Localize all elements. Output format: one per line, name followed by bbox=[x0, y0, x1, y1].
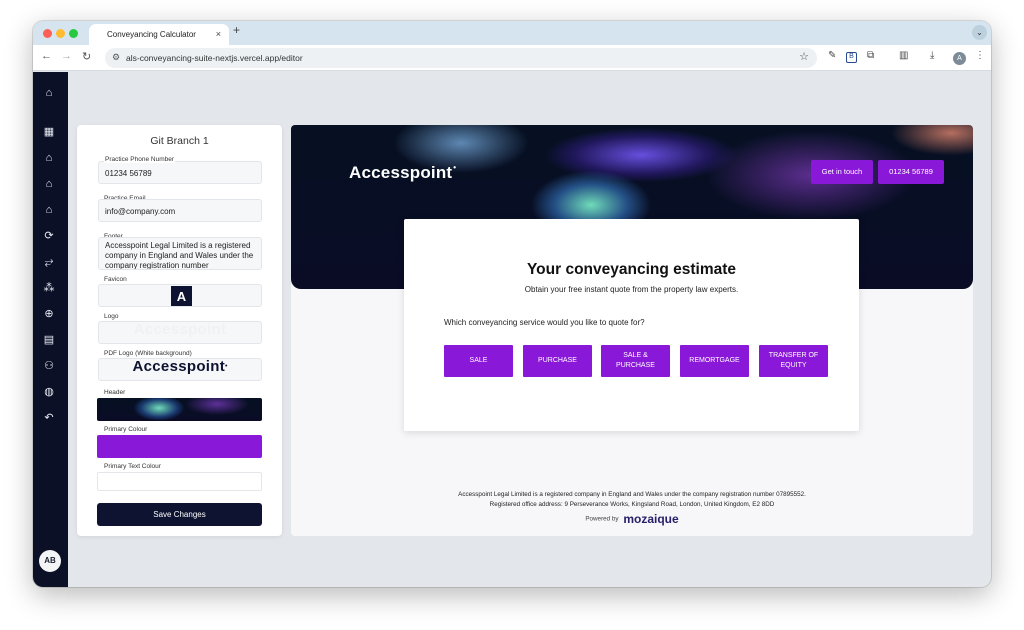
footer-address-text: Registered office address: 9 Perseveranc… bbox=[489, 501, 775, 508]
service-purchase-button[interactable]: PURCHASE bbox=[523, 345, 592, 377]
get-in-touch-button[interactable]: Get in touch bbox=[811, 160, 873, 184]
settings-editor-panel: Git Branch 1 01234 56789 Practice Phone … bbox=[77, 125, 282, 536]
close-window-button[interactable] bbox=[43, 29, 52, 38]
service-sale-button[interactable]: SALE bbox=[444, 345, 513, 377]
header-image-upload[interactable] bbox=[97, 398, 262, 421]
primary-colour-picker[interactable] bbox=[97, 435, 262, 458]
service-question: Which conveyancing service would you lik… bbox=[444, 318, 645, 327]
route-icon[interactable]: ⥂ bbox=[42, 255, 56, 269]
powered-by-label: Powered by bbox=[585, 515, 619, 523]
new-tab-button[interactable]: + bbox=[233, 23, 240, 37]
brand-dot: • bbox=[453, 163, 457, 172]
browser-window: Conveyancing Calculator × + ⌄ ← → ↻ ⚙ al… bbox=[33, 21, 991, 587]
service-sale-purchase-button[interactable]: SALE & PURCHASE bbox=[601, 345, 670, 377]
footer-value: Accesspoint Legal Limited is a registere… bbox=[105, 241, 254, 270]
url-text: als-conveyancing-suite-nextjs.vercel.app… bbox=[126, 53, 303, 63]
maximize-window-button[interactable] bbox=[69, 29, 78, 38]
browser-toolbar: ← → ↻ ⚙ als-conveyancing-suite-nextjs.ve… bbox=[33, 45, 991, 71]
brand-logo: Accesspoint• bbox=[349, 163, 456, 183]
forward-icon[interactable]: → bbox=[61, 50, 72, 62]
logo-upload[interactable]: Accesspoint bbox=[98, 321, 262, 344]
logo-image: Accesspoint bbox=[133, 321, 227, 338]
close-tab-icon[interactable]: × bbox=[216, 24, 221, 45]
house-icon[interactable]: ⌂ bbox=[42, 151, 56, 165]
download-icon[interactable]: ⤓ bbox=[930, 50, 934, 61]
address-bar[interactable]: ⚙ als-conveyancing-suite-nextjs.vercel.a… bbox=[105, 48, 817, 68]
globe-icon[interactable]: ◍ bbox=[42, 385, 56, 399]
users-icon[interactable]: ⚇ bbox=[42, 359, 56, 373]
logo-label: Logo bbox=[104, 313, 119, 320]
org-icon[interactable]: ⁂ bbox=[42, 281, 56, 295]
app-sidebar: ⌂ ▦ ⌂ ⌂ ⌂ ⟳ ⥂ ⁂ ⊕ ▤ ⚇ ◍ ↶ AB bbox=[33, 72, 68, 587]
estimate-card: Your conveyancing estimate Obtain your f… bbox=[404, 219, 859, 431]
primary-text-colour-label: Primary Text Colour bbox=[104, 463, 161, 470]
favicon-image: A bbox=[171, 286, 192, 306]
estimate-title: Your conveyancing estimate bbox=[526, 261, 737, 278]
document-icon[interactable]: ▤ bbox=[42, 333, 56, 347]
quote-preview: Accesspoint• Get in touch 01234 56789 Yo… bbox=[291, 125, 973, 536]
pdf-logo-label: PDF Logo (White background) bbox=[104, 350, 192, 357]
pdf-logo-upload[interactable]: Accesspoint• bbox=[98, 358, 262, 381]
phone-value: 01234 56789 bbox=[105, 169, 152, 178]
service-remortgage-button[interactable]: REMORTGAGE bbox=[680, 345, 749, 377]
phone-label: Practice Phone Number bbox=[104, 156, 176, 163]
home-icon[interactable]: ⌂ bbox=[42, 86, 56, 100]
email-field[interactable]: info@company.com bbox=[98, 199, 262, 222]
estimate-subtitle: Obtain your free instant quote from the … bbox=[524, 285, 739, 294]
undo-icon[interactable]: ↶ bbox=[42, 411, 56, 425]
tab-title: Conveyancing Calculator bbox=[107, 30, 196, 39]
menu-dots-icon[interactable]: ⋮ bbox=[975, 50, 985, 61]
phone-field[interactable]: 01234 56789 bbox=[98, 161, 262, 184]
phone-button[interactable]: 01234 56789 bbox=[878, 160, 944, 184]
site-settings-icon[interactable]: ⚙ bbox=[112, 52, 120, 63]
save-changes-button[interactable]: Save Changes bbox=[97, 503, 262, 526]
house-plus-icon[interactable]: ⌂ bbox=[42, 177, 56, 191]
header-label: Header bbox=[104, 389, 126, 396]
service-transfer-of-equity-button[interactable]: TRANSFER OF EQUITY bbox=[759, 345, 828, 377]
bookmark-star-icon[interactable]: ☆ bbox=[799, 50, 809, 63]
mozaique-logo[interactable]: mozaique bbox=[623, 512, 678, 526]
footer-textarea[interactable]: Accesspoint Legal Limited is a registere… bbox=[98, 237, 262, 270]
favicon-upload[interactable]: A bbox=[98, 284, 262, 307]
reload-icon[interactable]: ↻ bbox=[82, 50, 91, 63]
refresh-icon[interactable]: ⟳ bbox=[42, 229, 56, 243]
user-avatar[interactable]: AB bbox=[39, 550, 61, 572]
footer-company-text: Accesspoint Legal Limited is a registere… bbox=[458, 491, 806, 498]
tab-search-icon[interactable]: ⌄ bbox=[972, 25, 987, 40]
pen-extension-icon[interactable]: ✎ bbox=[828, 50, 836, 61]
profile-avatar[interactable]: A bbox=[953, 52, 966, 65]
powered-by: Powered by mozaique bbox=[291, 512, 973, 526]
browser-tab[interactable]: Conveyancing Calculator × bbox=[89, 24, 229, 45]
tab-bar: Conveyancing Calculator × + ⌄ bbox=[33, 21, 991, 45]
puzzle-icon[interactable]: ⧉ bbox=[867, 50, 874, 61]
minimize-window-button[interactable] bbox=[56, 29, 65, 38]
brand-text: Accesspoint bbox=[349, 163, 453, 182]
sidepanel-icon[interactable]: ▥ bbox=[899, 50, 908, 61]
primary-colour-label: Primary Colour bbox=[104, 426, 148, 433]
favicon-label: Favicon bbox=[104, 276, 127, 283]
dashboard-icon[interactable]: ▦ bbox=[42, 125, 56, 139]
editor-title: Git Branch 1 bbox=[150, 135, 209, 147]
back-icon[interactable]: ← bbox=[41, 50, 52, 62]
pdf-logo-dot: • bbox=[225, 363, 228, 370]
house-outline-icon[interactable]: ⌂ bbox=[42, 203, 56, 217]
email-value: info@company.com bbox=[105, 207, 176, 216]
pdf-logo-image: Accesspoint bbox=[132, 358, 226, 375]
extension-icon[interactable]: B bbox=[846, 52, 857, 63]
primary-text-colour-picker[interactable] bbox=[97, 472, 262, 491]
plus-circle-icon[interactable]: ⊕ bbox=[42, 307, 56, 321]
